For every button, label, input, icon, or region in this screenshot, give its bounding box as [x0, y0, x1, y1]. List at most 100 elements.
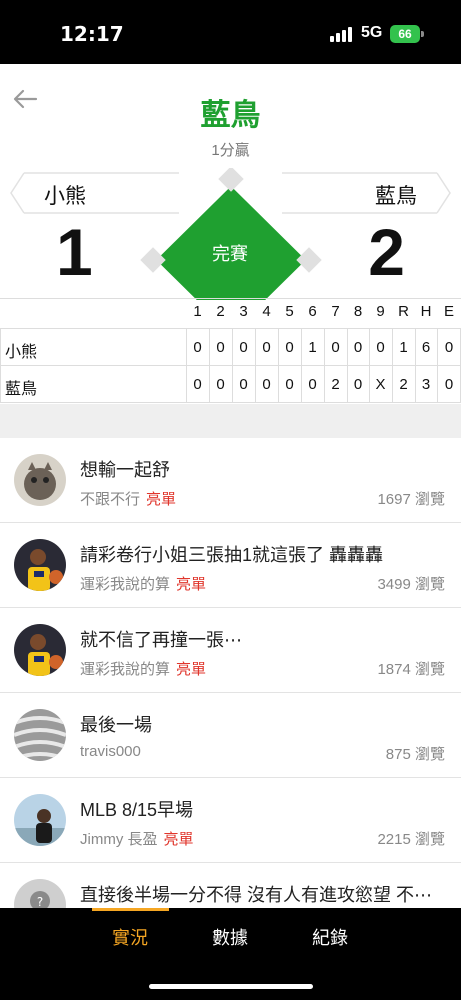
- tab-records[interactable]: 紀錄: [290, 924, 370, 950]
- post-author-line: 不跟不行 亮單: [80, 488, 176, 509]
- tab-stats[interactable]: 數據: [190, 924, 270, 950]
- signal-icon: [330, 26, 354, 42]
- post-list: 想輸一起舒 不跟不行 亮單 1697 瀏覽 請彩卷行小姐三張抽1就這張了 轟轟轟 運彩我說…: [0, 438, 461, 908]
- linescore-cell: 1: [308, 339, 317, 356]
- linescore-header-cell: E: [443, 303, 454, 320]
- away-score: 1: [56, 215, 93, 289]
- post-views: 3499 瀏覽: [377, 576, 445, 593]
- game-status: 完賽: [212, 244, 248, 264]
- linescore-cell: 0: [262, 339, 271, 356]
- linescore-cell: 2: [331, 376, 340, 393]
- linescore-cell: 0: [193, 339, 202, 356]
- linescore-cell: 0: [331, 339, 340, 356]
- win-margin: 1分贏: [211, 142, 250, 159]
- status-bar: 12:17 5G 66: [0, 0, 461, 64]
- post-badge: 亮單: [146, 491, 177, 508]
- post-views: 2215 瀏覽: [377, 831, 445, 848]
- post-badge: 亮單: [163, 831, 194, 848]
- post-badge: 亮單: [176, 576, 207, 593]
- post-views: 1697 瀏覽: [377, 491, 445, 508]
- linescore-header-cell: 6: [308, 303, 317, 320]
- linescore-header-cell: 7: [331, 303, 340, 320]
- post-title: 直接後半場一分不得 沒有人有進攻慾望 不⋯: [80, 885, 432, 905]
- post-author[interactable]: 運彩我說的算: [80, 661, 170, 678]
- linescore-cell: 0: [353, 376, 363, 393]
- linescore-header-cell: 3: [239, 303, 248, 320]
- home-indicator: [149, 984, 313, 989]
- post-title: 想輸一起舒: [80, 460, 170, 480]
- linescore-header-cell: 1: [193, 303, 202, 320]
- linescore-header-cell: R: [398, 303, 409, 320]
- post-author-line: 運彩我說的算 亮單: [80, 573, 206, 594]
- linescore-header-cell: 4: [262, 303, 271, 320]
- post-title: MLB 8/15早場: [80, 800, 194, 820]
- linescore-header-cell: 8: [353, 303, 363, 320]
- battery-tip: [421, 31, 424, 37]
- avatar[interactable]: [14, 624, 66, 676]
- linescore-header-cell: 5: [285, 303, 294, 320]
- game-header: 藍鳥 1分贏 小熊 藍鳥 1 2 完賽: [0, 64, 461, 300]
- post-views: 1874 瀏覽: [377, 661, 445, 678]
- home-score: 2: [368, 215, 405, 289]
- tab-active-indicator: [92, 908, 169, 911]
- linescore-cell: 0: [193, 376, 202, 393]
- linescore-cell: 3: [421, 376, 431, 393]
- linescore-cell: 0: [285, 339, 294, 356]
- network-label: 5G: [361, 24, 383, 41]
- post-item[interactable]: MLB 8/15早場 Jimmy 長盈 亮單 2215 瀏覽: [0, 778, 461, 863]
- linescore-cell: 0: [444, 339, 454, 356]
- linescore-cell: 0: [239, 376, 248, 393]
- linescore-cell: 0: [308, 376, 317, 393]
- linescore-table: 1 2 3 4 5 6 7 8 9 R H E 小熊 0 0 0 0 0 1 0 0 0 1 6 0 藍鳥 0 0 0 0 0 0 2 0 X 2 3 0: [0, 298, 461, 404]
- post-author[interactable]: travis000: [80, 743, 141, 760]
- linescore-cell: X: [375, 376, 386, 393]
- post-title: 最後一場: [80, 715, 152, 735]
- post-author-line: 運彩我說的算 亮單: [80, 658, 206, 679]
- avatar[interactable]: [14, 794, 66, 846]
- linescore-cell: 0: [216, 376, 225, 393]
- avatar[interactable]: ?: [14, 879, 66, 908]
- post-title: 就不信了再撞一張⋯: [80, 630, 242, 650]
- linescore-team-name: 小熊: [5, 344, 38, 361]
- svg-text:?: ?: [37, 895, 43, 908]
- post-views: 875 瀏覽: [385, 746, 445, 763]
- avatar[interactable]: [14, 454, 66, 506]
- post-item[interactable]: 最後一場 travis000 875 瀏覽: [0, 693, 461, 778]
- linescore-cell: 0: [353, 339, 363, 356]
- post-title: 請彩卷行小姐三張抽1就這張了 轟轟轟: [80, 545, 384, 565]
- linescore-cell: 0: [376, 339, 385, 356]
- post-item[interactable]: 想輸一起舒不跟不行 亮單 1697 瀏覽: [0, 438, 461, 523]
- linescore-cell: 6: [421, 339, 431, 356]
- post-author[interactable]: 運彩我說的算: [80, 576, 170, 593]
- post-author-line: Jimmy 長盈 亮單: [80, 828, 194, 849]
- post-item[interactable]: ? 直接後半場一分不得 沒有人有進攻慾望 不⋯: [0, 863, 461, 908]
- linescore-cell: 1: [399, 339, 408, 356]
- post-item[interactable]: 請彩卷行小姐三張抽1就這張了 轟轟轟 運彩我說的算 亮單 3499 瀏覽: [0, 523, 461, 608]
- linescore-header-cell: 9: [376, 303, 385, 320]
- avatar[interactable]: [14, 709, 66, 761]
- post-badge: 亮單: [176, 661, 207, 678]
- post-author[interactable]: 不跟不行: [80, 491, 140, 508]
- linescore-cell: 0: [285, 376, 294, 393]
- battery-level: 66: [398, 27, 412, 41]
- post-author[interactable]: Jimmy 長盈: [80, 831, 158, 848]
- baseball-diamond: [140, 168, 322, 300]
- away-team-name: 小熊: [44, 185, 86, 208]
- linescore-cell: 0: [444, 376, 454, 393]
- status-time: 12:17: [60, 22, 124, 46]
- section-divider: [0, 404, 461, 438]
- linescore-cell: 0: [262, 376, 271, 393]
- winner-name: 藍鳥: [200, 99, 261, 132]
- linescore-team-name: 藍鳥: [5, 381, 38, 398]
- linescore-header-cell: H: [420, 303, 432, 320]
- battery-icon: 66: [390, 25, 420, 43]
- post-author-line: travis000: [80, 743, 141, 760]
- linescore-cell: 2: [399, 376, 408, 393]
- linescore-header-cell: 2: [216, 303, 225, 320]
- tab-live[interactable]: 實況: [90, 924, 170, 950]
- home-team-name: 藍鳥: [375, 185, 417, 208]
- post-item[interactable]: 就不信了再撞一張⋯ 運彩我說的算 亮單 1874 瀏覽: [0, 608, 461, 693]
- linescore-cell: 0: [216, 339, 225, 356]
- avatar[interactable]: [14, 539, 66, 591]
- linescore-cell: 0: [239, 339, 248, 356]
